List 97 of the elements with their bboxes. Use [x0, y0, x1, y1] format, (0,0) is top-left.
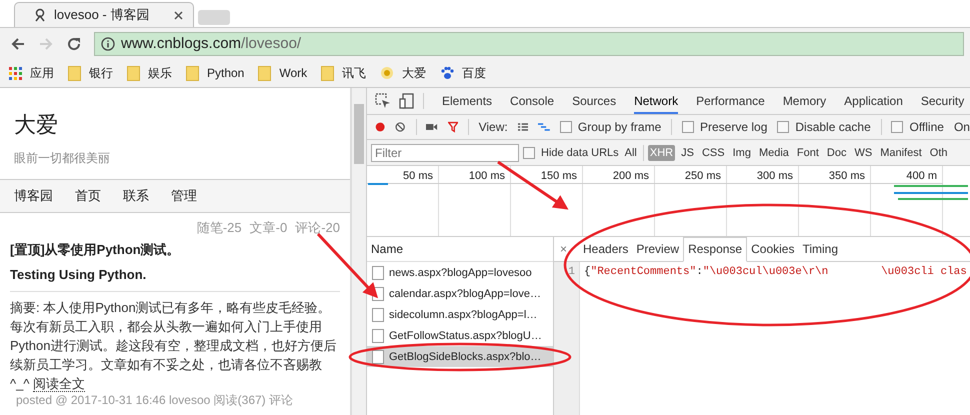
- nav-link[interactable]: 博客园: [14, 187, 53, 205]
- folder-icon: [68, 66, 81, 80]
- url-text: www.cnblogs.com/lovesoo/: [121, 35, 302, 52]
- post-summary: 摘要: 本人使用Python测试已有多年，略有些皮毛经验。每次有新员工入职，都会从头教一遍如何入门上手使用Python进行测试。趁这段有空，整理成文档，也好方便后续新员工学习。文章如有不妥之处，也请各位不吝赐教^_^ 阅读全文: [10, 291, 340, 393]
- detail-tab[interactable]: Timing: [798, 238, 842, 261]
- timeline-tick: 200 ms: [583, 166, 655, 184]
- nav-link[interactable]: 管理: [171, 187, 197, 205]
- timeline-tick: 300 ms: [727, 166, 799, 184]
- file-icon: [372, 308, 384, 322]
- column-header[interactable]: Name: [367, 237, 553, 262]
- folder-icon: [321, 66, 334, 80]
- list-view-icon[interactable]: [518, 121, 528, 133]
- code-line: {"RecentComments":"\u003cul\u003e\r\n \u003cli clas: [584, 266, 967, 278]
- type-filter[interactable]: Img: [730, 144, 753, 160]
- reload-icon[interactable]: [66, 36, 82, 52]
- device-icon[interactable]: [399, 93, 415, 109]
- view-label: View:: [478, 120, 508, 134]
- bookmark[interactable]: 百度: [440, 64, 486, 82]
- online-label[interactable]: On: [954, 120, 970, 134]
- nav-link[interactable]: 联系: [123, 187, 149, 205]
- record-icon[interactable]: [375, 120, 386, 134]
- devtools-tab[interactable]: Application: [844, 88, 903, 114]
- address-bar[interactable]: www.cnblogs.com/lovesoo/: [94, 32, 964, 56]
- blog-title: 大爱: [14, 111, 59, 139]
- type-filter[interactable]: Font: [794, 144, 821, 160]
- bookmark[interactable]: 讯飞: [321, 64, 366, 82]
- read-more-link[interactable]: 阅读全文: [33, 376, 86, 392]
- clear-icon[interactable]: [395, 120, 406, 134]
- timeline-tick: 400 m: [871, 166, 943, 184]
- request-row[interactable]: sidecolumn.aspx?blogApp=l…: [367, 304, 553, 325]
- bookmark[interactable]: 大爱: [380, 64, 426, 82]
- bookmark[interactable]: 娱乐: [127, 64, 172, 82]
- option-checkbox[interactable]: Group by frame: [560, 120, 662, 134]
- filter-field[interactable]: Filter: [371, 144, 519, 162]
- folder-icon: [127, 66, 140, 80]
- inspect-icon[interactable]: [375, 93, 391, 109]
- blog-stat: 随笔-25: [196, 219, 242, 237]
- folder-icon: [258, 66, 272, 80]
- blog-stat: 文章-0: [250, 219, 288, 237]
- type-filter[interactable]: Doc: [824, 144, 848, 160]
- request-row[interactable]: GetFollowStatus.aspx?blogU…: [367, 325, 553, 346]
- devtools-tab[interactable]: Memory: [782, 88, 826, 114]
- flower-icon: [380, 66, 394, 80]
- logo-icon: [33, 8, 47, 22]
- folder-icon: [186, 66, 199, 80]
- option-checkbox[interactable]: Disable cache: [777, 120, 871, 134]
- apps-grid-icon: [9, 66, 22, 80]
- close-button[interactable]: ×: [556, 242, 580, 261]
- type-filter[interactable]: JS: [679, 144, 696, 160]
- scrollbar[interactable]: [351, 88, 366, 415]
- bookmark[interactable]: Python: [186, 66, 244, 80]
- timeline-tick: 100 ms: [439, 166, 511, 184]
- filter-icon[interactable]: [448, 120, 458, 134]
- detail-tab[interactable]: Response: [683, 237, 748, 262]
- camera-icon[interactable]: [426, 121, 438, 133]
- type-filter[interactable]: WS: [852, 144, 874, 160]
- request-row[interactable]: news.aspx?blogApp=lovesoo: [367, 262, 553, 283]
- request-row[interactable]: calendar.aspx?blogApp=love…: [367, 283, 553, 304]
- option-checkbox[interactable]: Preserve log: [682, 120, 768, 134]
- devtools-tab[interactable]: Security: [920, 88, 964, 114]
- timeline-tick: 250 ms: [655, 166, 727, 184]
- detail-tab[interactable]: Cookies: [747, 238, 798, 261]
- type-filter[interactable]: All: [622, 144, 639, 160]
- devtools-tab[interactable]: Sources: [572, 88, 616, 114]
- detail-tab[interactable]: Headers: [579, 238, 632, 261]
- request-row[interactable]: GetBlogSideBlocks.aspx?blo…: [367, 346, 553, 367]
- file-icon: [372, 266, 384, 280]
- blog-subtitle: 眼前一切都很美丽: [14, 150, 111, 167]
- file-icon: [372, 350, 384, 364]
- waterfall-view-icon[interactable]: [538, 121, 550, 133]
- file-icon: [372, 328, 384, 342]
- timeline-tick: 150 ms: [511, 166, 583, 184]
- detail-tab[interactable]: Preview: [632, 238, 684, 261]
- devtools-tab[interactable]: Elements: [442, 88, 492, 114]
- option-checkbox[interactable]: Offline: [891, 120, 944, 134]
- type-filter[interactable]: Manifest: [878, 144, 924, 160]
- bookmark[interactable]: Work: [258, 66, 308, 80]
- devtools-tab[interactable]: Performance: [696, 88, 765, 114]
- hide-data-urls-checkbox[interactable]: Hide data URLs: [523, 146, 619, 158]
- browser-tab[interactable]: lovesoo - 博客园: [14, 2, 194, 27]
- post-title[interactable]: [置顶]从零使用Python测试。Testing Using Python.: [10, 237, 190, 287]
- devtools-tab[interactable]: Console: [510, 88, 554, 114]
- back-icon[interactable]: [10, 36, 26, 52]
- blog-stat: 评论-20: [295, 219, 340, 237]
- post-footer: posted @ 2017-10-31 16:46 lovesoo 阅读(367) 评论: [16, 393, 334, 407]
- info-icon: [101, 36, 115, 50]
- type-filter[interactable]: Media: [756, 144, 791, 160]
- line-number: 1: [567, 266, 575, 278]
- type-filter[interactable]: CSS: [700, 144, 727, 160]
- paw-icon: [440, 66, 454, 80]
- bookmark[interactable]: 银行: [68, 64, 113, 82]
- close-icon[interactable]: [174, 10, 183, 20]
- type-filter[interactable]: Oth: [928, 144, 950, 160]
- timeline-tick: 350 ms: [799, 166, 871, 184]
- tab-title: lovesoo - 博客园: [54, 6, 150, 24]
- nav-link[interactable]: 首页: [75, 187, 101, 205]
- bookmark[interactable]: 应用: [9, 64, 54, 82]
